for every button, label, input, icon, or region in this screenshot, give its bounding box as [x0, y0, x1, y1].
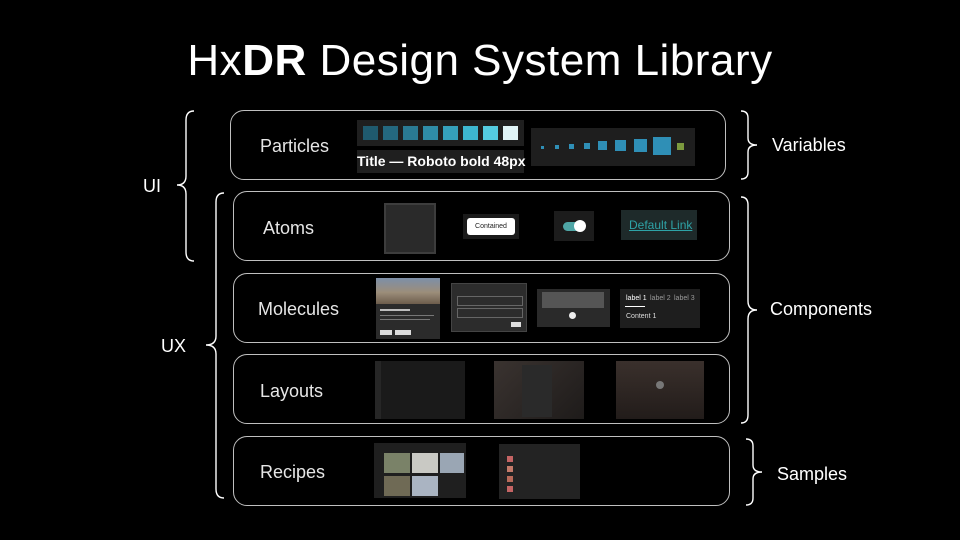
- spacing-square: [615, 140, 626, 151]
- row-label-molecules: Molecules: [258, 299, 340, 319]
- spacing-scale-thumbnail: [531, 128, 695, 166]
- recipe-row: [507, 476, 513, 482]
- tab-label-1: label 1: [626, 295, 647, 302]
- tab-label-3: label 3: [674, 295, 695, 302]
- components-brace: [740, 196, 758, 424]
- page-title: HxDR Design System Library: [187, 36, 773, 85]
- spacing-square: [555, 145, 559, 149]
- contained-button: Contained: [467, 218, 515, 235]
- samples-brace: [745, 438, 763, 506]
- spacing-square: [653, 137, 671, 155]
- row-label-atoms: Atoms: [263, 218, 315, 238]
- tooltip-bubble: [542, 292, 604, 308]
- spacing-square: [634, 139, 647, 152]
- color-swatch: [503, 126, 518, 140]
- card-button: [395, 330, 411, 335]
- spacing-square: [598, 141, 607, 150]
- recipe-row: [507, 466, 513, 472]
- recipe-image: [412, 453, 438, 473]
- color-swatch: [383, 126, 398, 140]
- row-label-recipes: Recipes: [260, 462, 326, 482]
- row-label-layouts: Layouts: [260, 381, 324, 401]
- card-line: [380, 315, 434, 316]
- tab-indicator: [625, 306, 645, 307]
- tab-content: Content 1: [626, 313, 657, 320]
- card-button: [380, 330, 392, 335]
- color-swatch: [423, 126, 438, 140]
- recipe-thumbnail-1: [374, 443, 466, 498]
- ui-brace: [176, 110, 195, 262]
- card-image: [376, 278, 440, 304]
- dialog-field: [457, 308, 523, 318]
- components-label: Components: [770, 299, 873, 319]
- color-swatch: [363, 126, 378, 140]
- layout-thumbnail-1: [375, 361, 465, 419]
- spacing-square: [541, 146, 544, 149]
- recipe-row: [507, 456, 513, 462]
- dialog-button: [511, 322, 521, 327]
- spacing-square: [584, 143, 590, 149]
- tooltip-anchor: [569, 312, 576, 319]
- button-atom-thumbnail: Contained: [463, 214, 519, 239]
- typography-thumbnail: Title — Roboto bold 48px: [357, 150, 526, 173]
- tab-label-2: label 2: [650, 295, 671, 302]
- layout-panel: [522, 365, 552, 417]
- spacing-square: [677, 143, 684, 150]
- spacing-square: [569, 144, 574, 149]
- dialog-field: [457, 296, 523, 306]
- samples-label: Samples: [777, 464, 848, 484]
- recipe-image: [384, 476, 410, 496]
- tooltip-molecule-thumbnail: [537, 289, 610, 327]
- row-label-particles: Particles: [260, 136, 330, 156]
- ux-brace: [205, 192, 225, 499]
- variables-brace: [740, 110, 758, 180]
- color-palette-thumbnail: [357, 120, 524, 146]
- card-line: [380, 319, 430, 320]
- layout-sidebar: [375, 361, 381, 419]
- link-atom-thumbnail: Default Link: [621, 210, 697, 240]
- default-link: Default Link: [629, 218, 693, 232]
- recipe-image: [384, 453, 410, 473]
- color-swatch: [403, 126, 418, 140]
- recipe-image: [440, 453, 464, 473]
- color-swatch: [463, 126, 478, 140]
- layout-center-dot: [656, 381, 664, 389]
- tabs-molecule-thumbnail: label 1 label 2 label 3 Content 1: [620, 289, 700, 328]
- card-line: [380, 309, 410, 311]
- ux-label: UX: [161, 336, 187, 356]
- toggle-atom-thumbnail: [554, 211, 594, 241]
- card-molecule-thumbnail: [376, 278, 440, 339]
- recipe-thumbnail-2: [499, 444, 580, 499]
- recipe-image: [412, 476, 438, 496]
- variables-label: Variables: [772, 135, 846, 155]
- surface-atom-thumbnail: [384, 203, 436, 254]
- color-swatch: [483, 126, 498, 140]
- toggle-knob: [574, 220, 586, 232]
- layout-thumbnail-2: [494, 361, 584, 419]
- layout-thumbnail-3: [616, 361, 704, 419]
- dialog-molecule-thumbnail: [451, 283, 527, 332]
- color-swatch: [443, 126, 458, 140]
- recipe-row: [507, 486, 513, 492]
- ui-label: UI: [143, 176, 161, 196]
